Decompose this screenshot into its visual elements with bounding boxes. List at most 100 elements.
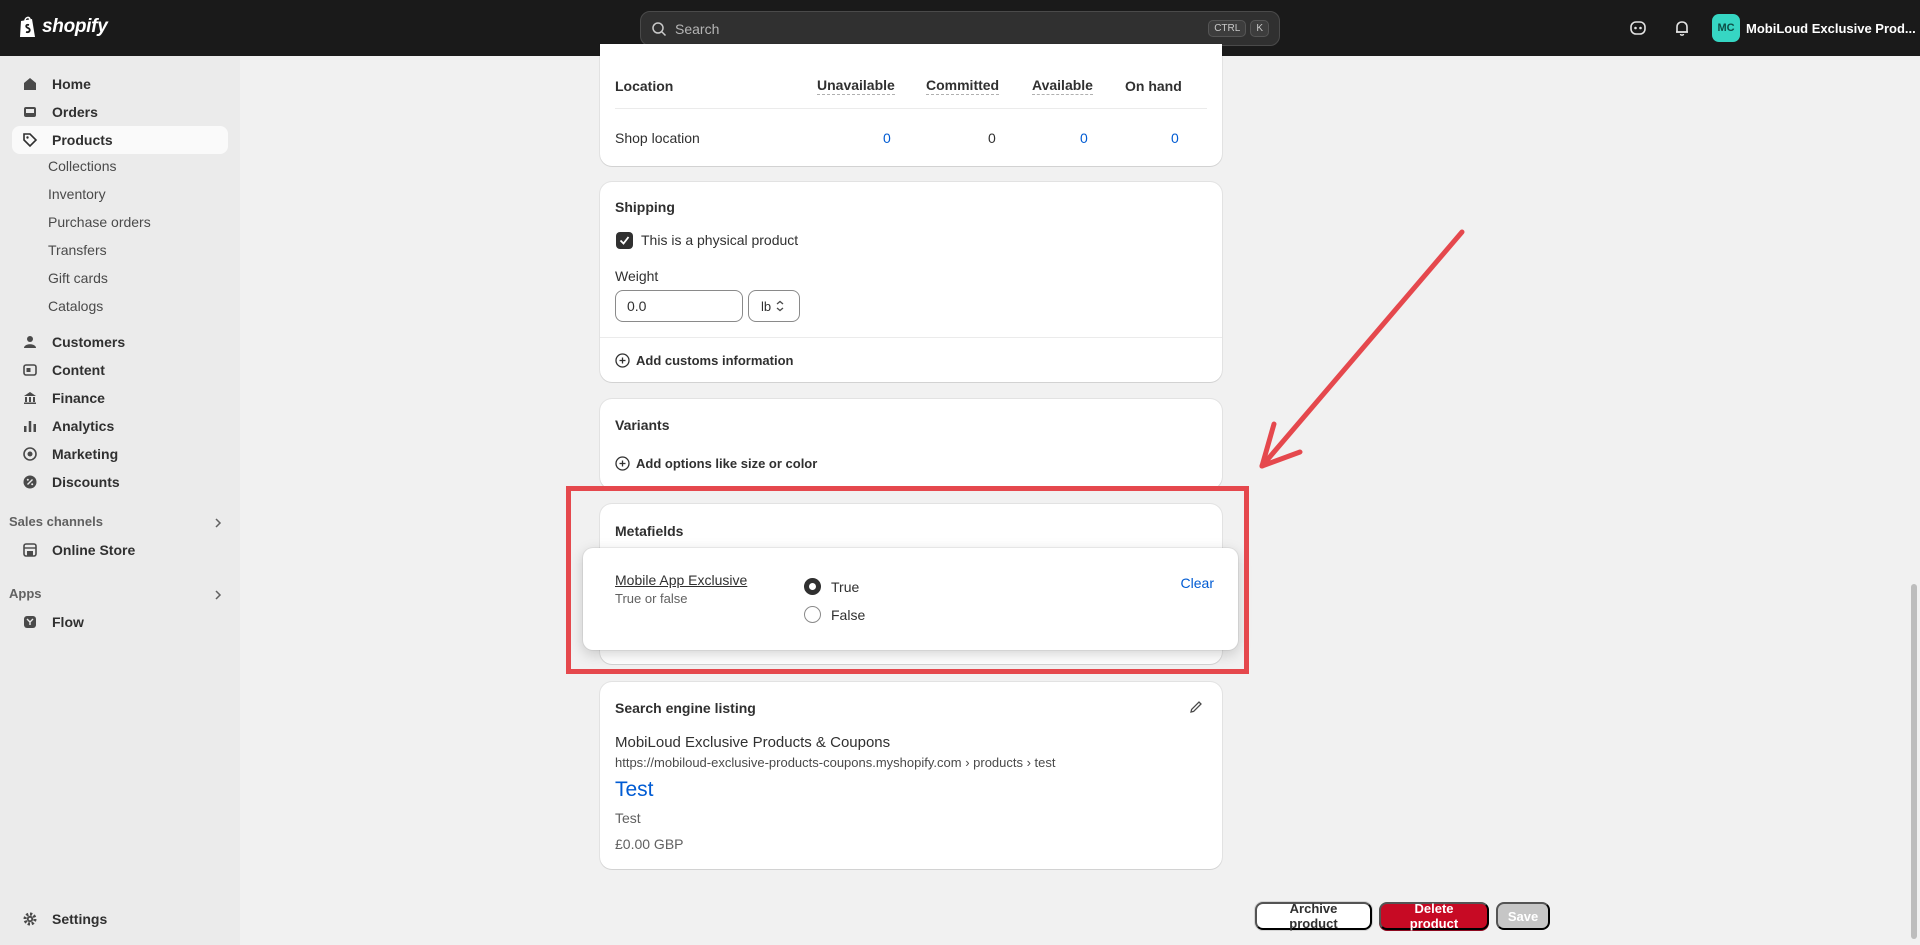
sidebar: Home Orders Products Collections Invento… bbox=[0, 56, 240, 945]
column-available[interactable]: Available bbox=[1032, 77, 1093, 95]
page-scrollbar[interactable] bbox=[1911, 584, 1917, 939]
sidebar-subitem-transfers[interactable]: Transfers bbox=[48, 242, 107, 258]
sidebar-item-customers[interactable]: Customers bbox=[12, 328, 228, 356]
sidekick-icon[interactable] bbox=[1628, 18, 1648, 38]
store-icon bbox=[23, 543, 37, 557]
chevron-right-icon[interactable] bbox=[212, 517, 224, 529]
pencil-icon[interactable] bbox=[1188, 699, 1204, 715]
discount-icon bbox=[23, 475, 37, 489]
sidebar-item-online-store[interactable]: Online Store bbox=[12, 536, 228, 564]
seo-page-title: Test bbox=[615, 778, 654, 801]
store-menu[interactable]: MC MobiLoud Exclusive Prod... bbox=[1712, 14, 1916, 42]
sidebar-item-label: Analytics bbox=[52, 418, 115, 434]
search-bar[interactable]: Search CTRL K bbox=[640, 11, 1280, 46]
save-button[interactable]: Save bbox=[1496, 902, 1550, 930]
location-name: Shop location bbox=[615, 130, 700, 146]
seo-store-name: MobiLoud Exclusive Products & Coupons bbox=[615, 734, 891, 751]
bank-icon bbox=[24, 392, 36, 404]
sidebar-item-label: Customers bbox=[52, 334, 126, 350]
sidebar-item-label: Discounts bbox=[52, 474, 120, 490]
sales-channels-heading[interactable]: Sales channels bbox=[9, 514, 103, 529]
seo-url: https://mobiloud-exclusive-products-coup… bbox=[615, 755, 1056, 770]
bar-chart-icon bbox=[24, 421, 36, 432]
column-committed[interactable]: Committed bbox=[926, 77, 1000, 95]
apps-heading[interactable]: Apps bbox=[9, 586, 42, 601]
card-divider bbox=[600, 337, 1222, 338]
seo-title: Search engine listing bbox=[615, 700, 756, 716]
sidebar-subitem-collections[interactable]: Collections bbox=[48, 158, 116, 174]
bell-icon[interactable] bbox=[1672, 18, 1692, 38]
shipping-card: Shipping This is a physical product Weig… bbox=[600, 182, 1222, 382]
column-on-hand: On hand bbox=[1125, 78, 1182, 94]
sidebar-subitem-purchase-orders[interactable]: Purchase orders bbox=[48, 214, 151, 230]
sidebar-item-label: Marketing bbox=[52, 446, 119, 462]
gear-icon bbox=[23, 912, 37, 926]
variants-title: Variants bbox=[615, 417, 670, 433]
sidebar-item-products[interactable]: Products bbox=[12, 126, 228, 154]
shortcut-k-key: K bbox=[1250, 20, 1269, 37]
sidebar-item-settings[interactable]: Settings bbox=[12, 905, 228, 933]
variants-card: Variants Add options like size or color bbox=[600, 399, 1222, 489]
add-customs-label: Add customs information bbox=[636, 353, 794, 368]
sidebar-item-home[interactable]: Home bbox=[12, 70, 228, 98]
sidebar-item-label: Settings bbox=[52, 911, 108, 927]
on-hand-value[interactable]: 0 bbox=[1171, 130, 1179, 146]
sidebar-subitem-gift-cards[interactable]: Gift cards bbox=[48, 270, 108, 286]
content-icon bbox=[23, 364, 37, 376]
archive-product-button[interactable]: Archive product bbox=[1255, 901, 1372, 931]
weight-unit-value: lb bbox=[761, 298, 772, 314]
flow-icon bbox=[24, 616, 36, 628]
sidebar-item-marketing[interactable]: Marketing bbox=[12, 440, 228, 468]
store-name: MobiLoud Exclusive Prod... bbox=[1746, 20, 1916, 36]
shopify-logo[interactable]: shopify bbox=[18, 15, 108, 39]
tag-icon bbox=[23, 133, 38, 148]
shipping-title: Shipping bbox=[615, 199, 675, 215]
sidebar-subitem-inventory[interactable]: Inventory bbox=[48, 186, 106, 202]
shopify-bag-icon bbox=[20, 16, 35, 37]
physical-product-label[interactable]: This is a physical product bbox=[641, 232, 798, 248]
plus-circle-icon bbox=[615, 456, 630, 471]
sidebar-item-content[interactable]: Content bbox=[12, 356, 228, 384]
seo-price: £0.00 GBP bbox=[615, 836, 684, 852]
target-icon bbox=[23, 447, 37, 461]
sidebar-item-flow[interactable]: Flow bbox=[12, 608, 228, 636]
sidebar-item-label: Online Store bbox=[52, 542, 136, 558]
search-icon bbox=[652, 21, 667, 36]
column-unavailable[interactable]: Unavailable bbox=[817, 77, 895, 95]
home-icon bbox=[24, 78, 36, 90]
add-customs-button[interactable]: Add customs information bbox=[615, 353, 793, 368]
checkmark-icon bbox=[619, 236, 630, 245]
sidebar-item-label: Orders bbox=[52, 104, 98, 120]
add-options-label: Add options like size or color bbox=[636, 456, 818, 471]
weight-label: Weight bbox=[615, 268, 659, 284]
inbox-icon bbox=[24, 107, 36, 117]
select-arrows-icon bbox=[776, 300, 784, 312]
chevron-right-icon[interactable] bbox=[212, 589, 224, 601]
column-location: Location bbox=[615, 78, 674, 94]
add-options-button[interactable]: Add options like size or color bbox=[615, 456, 817, 471]
search-placeholder: Search bbox=[675, 20, 720, 37]
person-icon bbox=[24, 336, 36, 348]
sidebar-item-finance[interactable]: Finance bbox=[12, 384, 228, 412]
table-divider bbox=[615, 108, 1207, 109]
delete-product-button[interactable]: Delete product bbox=[1379, 901, 1489, 931]
seo-card: Search engine listing MobiLoud Exclusive… bbox=[600, 682, 1222, 869]
available-value[interactable]: 0 bbox=[1080, 130, 1088, 146]
sidebar-item-analytics[interactable]: Analytics bbox=[12, 412, 228, 440]
sidebar-item-label: Finance bbox=[52, 390, 105, 406]
annotation-highlight-box bbox=[566, 486, 1249, 674]
seo-description: Test bbox=[615, 810, 641, 826]
unavailable-value[interactable]: 0 bbox=[883, 130, 891, 146]
sidebar-subitem-catalogs[interactable]: Catalogs bbox=[48, 298, 103, 314]
inventory-card: Location Unavailable Committed Available… bbox=[600, 44, 1222, 166]
sidebar-item-discounts[interactable]: Discounts bbox=[12, 468, 228, 496]
sidebar-item-orders[interactable]: Orders bbox=[12, 98, 228, 126]
physical-product-checkbox[interactable] bbox=[616, 232, 633, 249]
sidebar-item-label: Content bbox=[52, 362, 105, 378]
weight-unit-select[interactable]: lb bbox=[748, 290, 800, 322]
committed-value: 0 bbox=[988, 130, 996, 146]
weight-input[interactable]: 0.0 bbox=[615, 290, 743, 322]
annotation-arrow bbox=[1259, 229, 1465, 469]
sidebar-item-label: Flow bbox=[52, 614, 84, 630]
sidebar-item-label: Products bbox=[52, 132, 113, 148]
